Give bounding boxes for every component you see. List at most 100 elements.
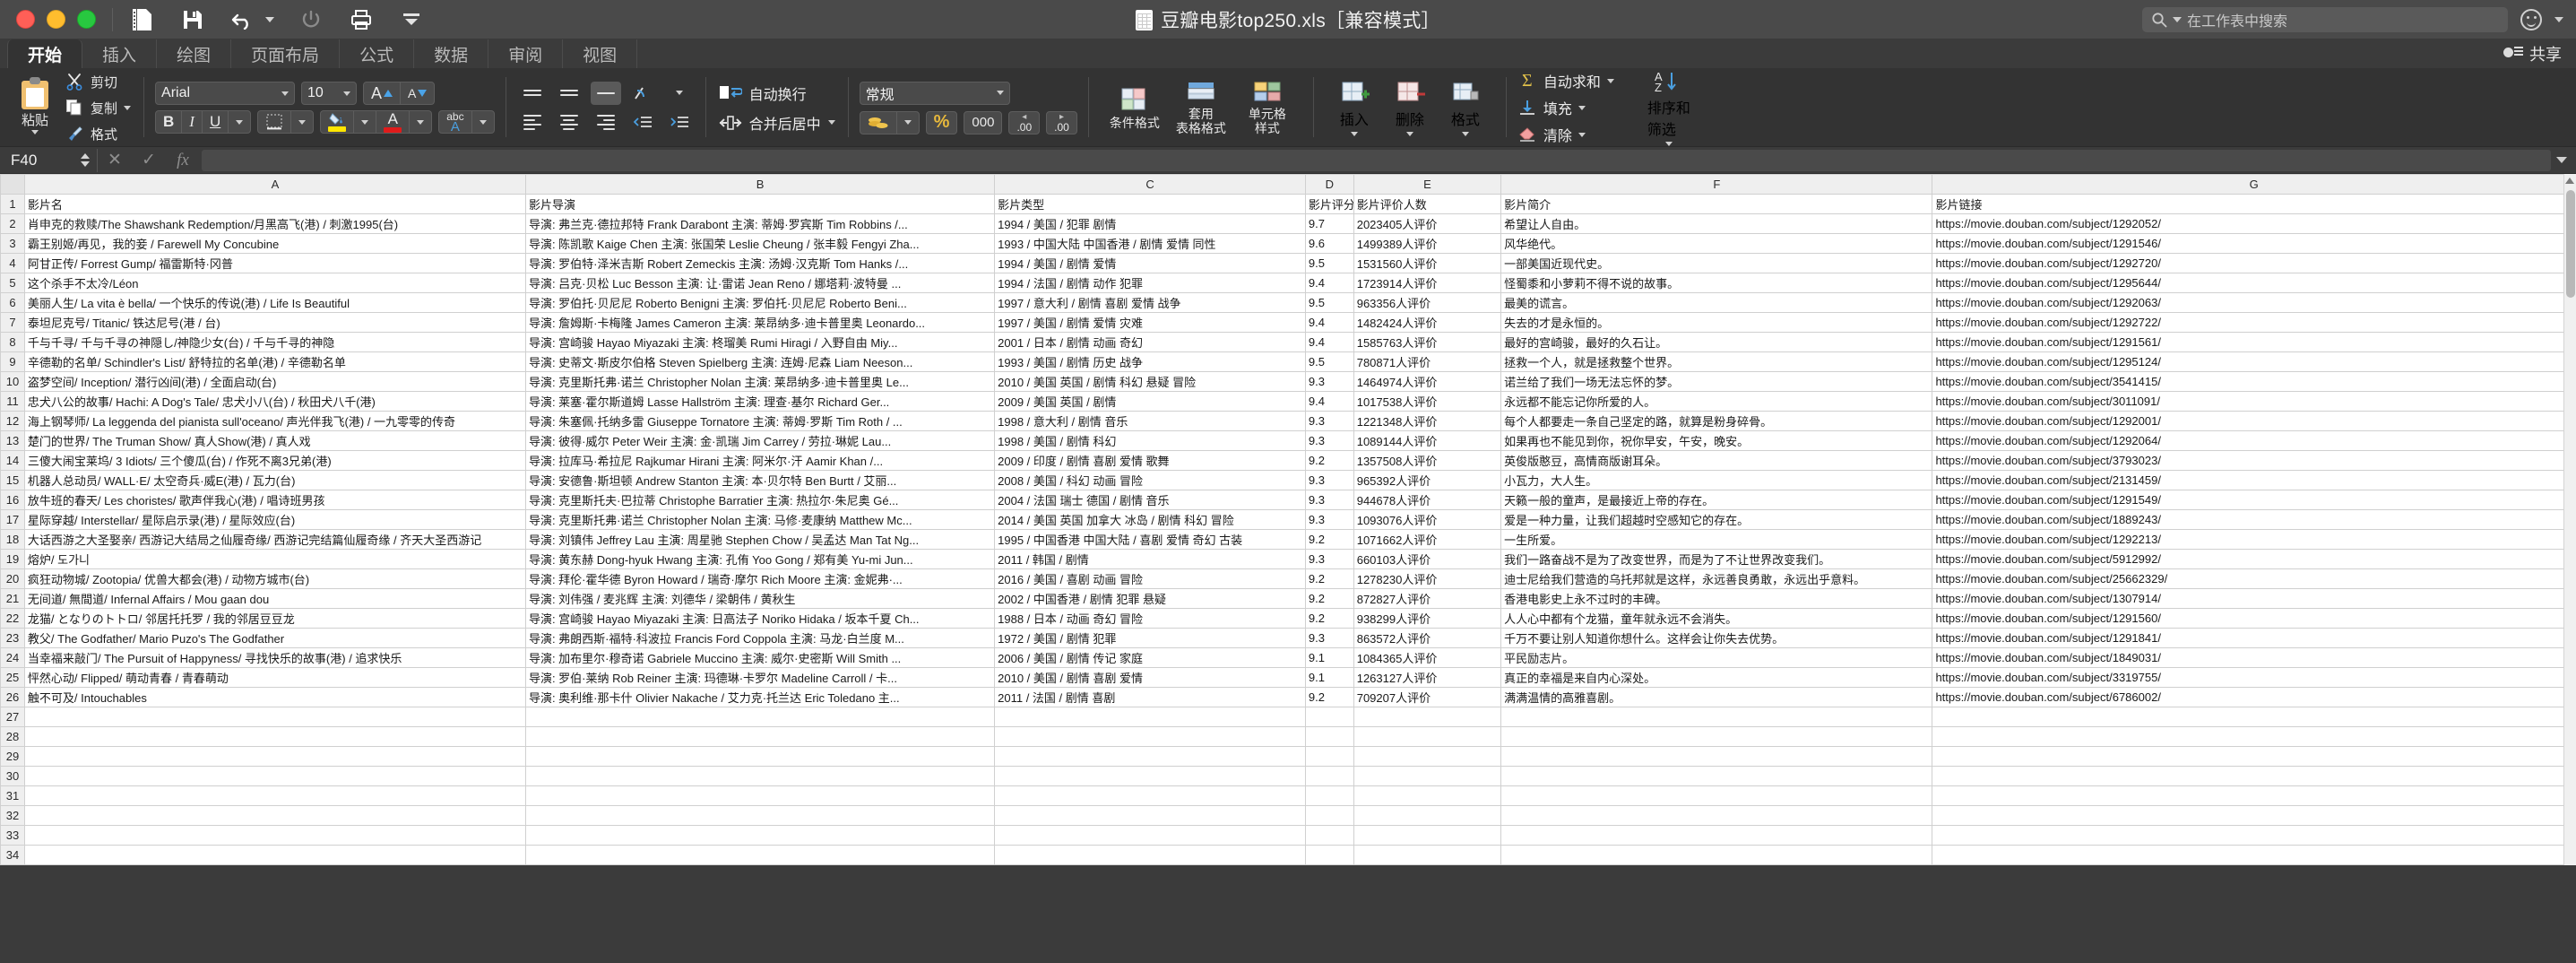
table-row[interactable]: 11 忠犬八公的故事/ Hachi: A Dog's Tale/ 忠犬小八(台) … — [0, 391, 2576, 412]
cell[interactable] — [1932, 825, 2576, 846]
cell[interactable]: 9.2 — [1304, 608, 1354, 629]
cell[interactable] — [23, 845, 526, 865]
cell[interactable]: 9.2 — [1304, 588, 1354, 609]
cell[interactable]: 导演: 奥利维·那卡什 Olivier Nakache / 艾力克·托兰达 Er… — [524, 687, 996, 707]
row-header[interactable]: 2 — [0, 213, 25, 234]
cell[interactable]: 1499389人评价 — [1353, 233, 1502, 254]
cell[interactable]: 2010 / 美国 / 剧情 喜剧 爱情 — [994, 667, 1306, 688]
window-controls[interactable] — [0, 10, 96, 29]
cell[interactable]: 2001 / 日本 / 剧情 动画 奇幻 — [994, 332, 1306, 352]
cell[interactable]: https://movie.douban.com/subject/1295644… — [1932, 273, 2576, 293]
cell[interactable]: 最美的谎言。 — [1500, 292, 1933, 313]
column-header-F[interactable]: F — [1500, 174, 1933, 195]
cell[interactable]: 影片链接 — [1932, 194, 2576, 214]
align-right-button[interactable] — [591, 111, 621, 134]
row-header[interactable]: 34 — [0, 845, 25, 865]
select-all-corner[interactable] — [0, 174, 25, 195]
table-row[interactable]: 22 龙猫/ となりのトトロ/ 邻居托托罗 / 我的邻居豆豆龙 导演: 宫崎骏 Ha… — [0, 608, 2576, 629]
table-row[interactable]: 5 这个杀手不太冷/Léon 导演: 吕克·贝松 Luc Besson 主演: 让·… — [0, 273, 2576, 293]
percent-style-button[interactable]: % — [925, 110, 958, 134]
cell[interactable]: https://movie.douban.com/subject/1295124… — [1932, 351, 2576, 372]
cell[interactable] — [994, 746, 1306, 767]
cell[interactable]: 1482424人评价 — [1353, 312, 1502, 333]
cell[interactable]: 938299人评价 — [1353, 608, 1502, 629]
cell[interactable]: 导演: 拜伦·霍华德 Byron Howard / 瑞奇·摩尔 Rich Moo… — [524, 568, 996, 589]
cell[interactable] — [1932, 845, 2576, 865]
tab-review[interactable]: 审阅 — [488, 39, 564, 68]
cell[interactable]: https://movie.douban.com/subject/5912992… — [1932, 549, 2576, 569]
cell[interactable]: 导演: 吕克·贝松 Luc Besson 主演: 让·雷诺 Jean Reno … — [524, 273, 996, 293]
accounting-format-button[interactable] — [859, 110, 920, 134]
cell[interactable] — [524, 746, 996, 767]
cell[interactable]: 1278230人评价 — [1353, 568, 1502, 589]
cell[interactable]: 9.4 — [1304, 332, 1354, 352]
table-row[interactable]: 21 无间道/ 無間道/ Infernal Affairs / Mou gaan … — [0, 588, 2576, 609]
name-box[interactable]: F40 — [7, 150, 77, 171]
table-row[interactable]: 8 千与千寻/ 千与千寻の神隠し/神隐少女(台) / 千与千寻的神隐 导演: 宫崎骏… — [0, 332, 2576, 352]
align-bottom-button[interactable] — [590, 81, 621, 105]
cell[interactable]: 盗梦空间/ Inception/ 潜行凶间(港) / 全面启动(台) — [23, 371, 526, 392]
tab-formulas[interactable]: 公式 — [340, 39, 415, 68]
table-row[interactable]: 28 — [0, 726, 2576, 747]
orientation-dropdown-icon[interactable] — [664, 82, 695, 105]
cell[interactable]: https://movie.douban.com/subject/1292722… — [1932, 312, 2576, 333]
scrollbar-thumb[interactable] — [2566, 190, 2575, 298]
cell[interactable]: 2006 / 美国 / 剧情 传记 家庭 — [994, 647, 1306, 668]
cell[interactable] — [994, 845, 1306, 865]
fill-and-font-color[interactable]: A — [320, 110, 433, 134]
tab-draw[interactable]: 绘图 — [157, 39, 232, 68]
wrap-text-button[interactable]: 自动换行 — [719, 82, 835, 104]
cell[interactable]: 香港电影史上永不过时的丰碑。 — [1500, 588, 1933, 609]
cell[interactable]: 2010 / 美国 英国 / 剧情 科幻 悬疑 冒险 — [994, 371, 1306, 392]
align-left-button[interactable] — [517, 111, 548, 134]
cell[interactable]: 1997 / 意大利 / 剧情 喜剧 爱情 战争 — [994, 292, 1306, 313]
bold-button[interactable]: B — [156, 111, 183, 133]
row-header[interactable]: 25 — [0, 667, 25, 688]
cell[interactable] — [23, 825, 526, 846]
cell[interactable]: https://movie.douban.com/subject/6786002… — [1932, 687, 2576, 707]
table-row[interactable]: 17 星际穿越/ Interstellar/ 星际启示录(港) / 星际效应(台)… — [0, 509, 2576, 530]
number-format-select[interactable]: 常规 — [859, 81, 1010, 105]
format-painter-button[interactable]: 格式 — [65, 123, 131, 144]
print-icon[interactable] — [348, 6, 375, 33]
row-header[interactable]: 33 — [0, 825, 25, 846]
cell[interactable]: 怦然心动/ Flipped/ 萌动青春 / 青春萌动 — [23, 667, 526, 688]
cell[interactable] — [524, 805, 996, 826]
cell[interactable]: 美丽人生/ La vita è bella/ 一个快乐的传说(港) / Life… — [23, 292, 526, 313]
cell[interactable]: 2004 / 法国 瑞士 德国 / 剧情 音乐 — [994, 490, 1306, 510]
cell[interactable]: 爱是一种力量，让我们超越时空感知它的存在。 — [1500, 509, 1933, 530]
table-row[interactable]: 13 楚门的世界/ The Truman Show/ 真人Show(港) / 真人… — [0, 430, 2576, 451]
cell[interactable]: https://movie.douban.com/subject/1292001… — [1932, 411, 2576, 431]
cell[interactable]: 导演: 克里斯托弗·诺兰 Christopher Nolan 主演: 莱昂纳多·… — [524, 371, 996, 392]
cell[interactable] — [1500, 785, 1933, 806]
cell[interactable]: 1998 / 美国 / 剧情 科幻 — [994, 430, 1306, 451]
cell[interactable]: 9.5 — [1304, 351, 1354, 372]
minimize-window-button[interactable] — [47, 10, 65, 29]
cell[interactable] — [23, 785, 526, 806]
cell[interactable]: 永远都不能忘记你所爱的人。 — [1500, 391, 1933, 412]
close-window-button[interactable] — [16, 10, 35, 29]
comma-style-button[interactable]: 000 — [964, 110, 1003, 134]
cell[interactable]: 海上钢琴师/ La leggenda del pianista sull'oce… — [23, 411, 526, 431]
cell[interactable]: 一生所爱。 — [1500, 529, 1933, 550]
row-header[interactable]: 23 — [0, 628, 25, 648]
table-row[interactable]: 29 — [0, 746, 2576, 767]
cell[interactable]: https://movie.douban.com/subject/2131459… — [1932, 470, 2576, 490]
cell[interactable]: 1017538人评价 — [1353, 391, 1502, 412]
cell[interactable]: 机器人总动员/ WALL·E/ 太空奇兵·威E(港) / 瓦力(台) — [23, 470, 526, 490]
cell[interactable]: 9.3 — [1304, 509, 1354, 530]
share-button[interactable]: 共享 — [2503, 39, 2562, 68]
font-family-select[interactable]: Arial — [155, 82, 296, 105]
cell[interactable]: 疯狂动物城/ Zootopia/ 优兽大都会(港) / 动物方城市(台) — [23, 568, 526, 589]
row-header[interactable]: 8 — [0, 332, 25, 352]
table-row[interactable]: 16 放牛班的春天/ Les choristes/ 歌声伴我心(港) / 唱诗班男… — [0, 490, 2576, 510]
table-row[interactable]: 34 — [0, 845, 2576, 865]
row-header[interactable]: 30 — [0, 766, 25, 786]
cell[interactable]: https://movie.douban.com/subject/3541415… — [1932, 371, 2576, 392]
increase-decimal-button[interactable]: ◂ .00 — [1008, 110, 1041, 134]
decrease-font-size-button[interactable]: A — [401, 82, 434, 104]
cell[interactable]: 失去的才是永恒的。 — [1500, 312, 1933, 333]
format-dropdown-icon[interactable] — [1461, 131, 1469, 136]
cell[interactable]: 导演: 陈凯歌 Kaige Chen 主演: 张国荣 Leslie Cheung… — [524, 233, 996, 254]
tab-home[interactable]: 开始 — [7, 39, 83, 68]
